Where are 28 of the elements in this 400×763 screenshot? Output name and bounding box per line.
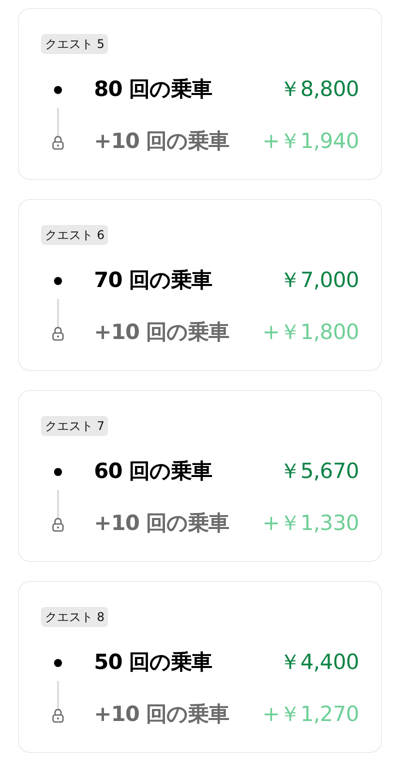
ride-count: +10 回の乗車 <box>94 701 230 728</box>
ride-count: 60 回の乗車 <box>94 458 212 486</box>
bullet-icon <box>54 86 62 94</box>
ride-count: 50 回の乗車 <box>94 649 212 676</box>
bullet-icon <box>54 659 62 667</box>
reward-amount: +￥1,270 <box>262 701 359 728</box>
reward-amount: ￥5,670 <box>280 458 359 486</box>
ride-count: +10 回の乗車 <box>94 128 230 156</box>
quest-tag: クエスト 6 <box>41 225 108 245</box>
quest-tag: クエスト 8 <box>41 607 108 627</box>
lock-icon <box>52 516 64 532</box>
lock-icon <box>52 134 64 150</box>
bullet-icon <box>54 468 62 476</box>
reward-amount: +￥1,940 <box>262 128 359 156</box>
ride-count: +10 回の乗車 <box>94 319 230 346</box>
reward-amount: +￥1,800 <box>262 319 359 346</box>
reward-amount: ￥8,800 <box>280 76 359 104</box>
reward-amount: ￥4,400 <box>280 649 359 676</box>
reward-amount: ￥7,000 <box>280 267 359 294</box>
ride-count: 70 回の乗車 <box>94 267 212 294</box>
bullet-icon <box>54 277 62 285</box>
quest-tag: クエスト 7 <box>41 416 108 436</box>
ride-count: +10 回の乗車 <box>94 510 230 538</box>
lock-icon <box>52 708 64 722</box>
quest-tag: クエスト 5 <box>41 34 108 54</box>
lock-icon <box>52 326 64 340</box>
reward-amount: +￥1,330 <box>262 510 359 538</box>
ride-count: 80 回の乗車 <box>94 76 212 104</box>
